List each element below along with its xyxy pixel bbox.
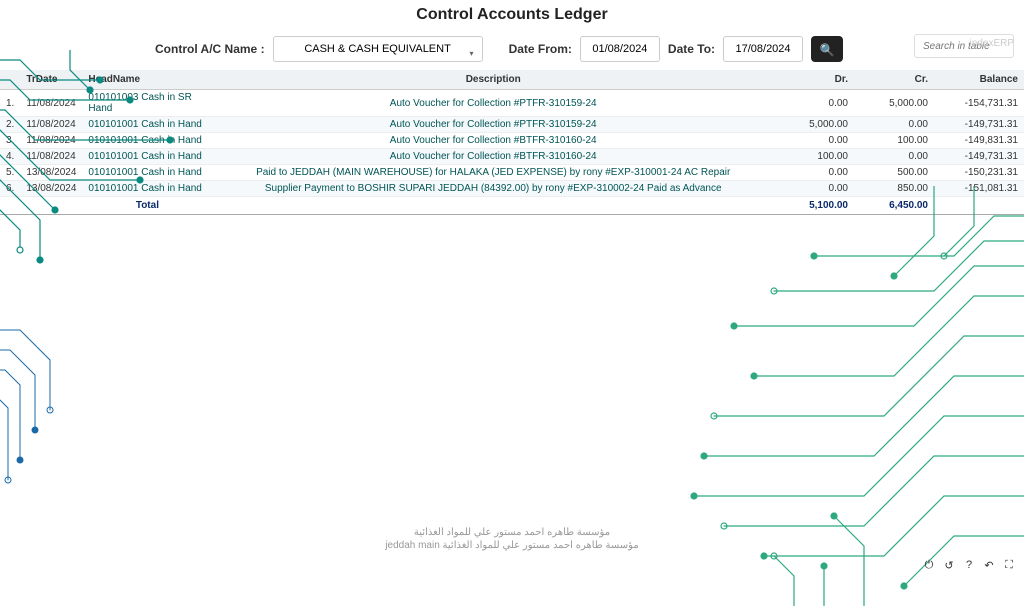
date-to-input[interactable] — [723, 36, 803, 62]
date-from-input[interactable] — [580, 36, 660, 62]
row-index: 5. — [0, 165, 20, 181]
col-dr[interactable]: Dr. — [774, 70, 854, 90]
row-description: Auto Voucher for Collection #PTFR-310159… — [212, 90, 774, 117]
row-cr: 0.00 — [854, 117, 934, 133]
table-row: 4.11/08/2024 010101001 Cash in Hand Auto V… — [0, 149, 1024, 165]
row-dr: 0.00 — [774, 90, 854, 117]
row-cr: 100.00 — [854, 133, 934, 149]
fullscreen-icon[interactable]: ⛶ — [1002, 558, 1016, 572]
row-headname: 010101001 Cash in Hand — [82, 149, 212, 165]
head-link[interactable]: 010101003 Cash in SR Hand — [88, 92, 191, 114]
desc-link[interactable]: Paid to JEDDAH (MAIN WAREHOUSE) for HALA… — [256, 167, 730, 178]
row-balance: -149,831.31 — [934, 133, 1024, 149]
refresh-icon[interactable]: ↺ — [942, 558, 956, 572]
row-date: 13/08/2024 — [20, 165, 82, 181]
row-balance: -151,081.31 — [934, 181, 1024, 197]
row-date: 11/08/2024 — [20, 117, 82, 133]
desc-link[interactable]: Auto Voucher for Collection #BTFR-310160… — [390, 151, 597, 162]
row-description: Auto Voucher for Collection #BTFR-310160… — [212, 133, 774, 149]
desc-link[interactable]: Auto Voucher for Collection #BTFR-310160… — [390, 135, 597, 146]
row-headname: 010101003 Cash in SR Hand — [82, 90, 212, 117]
col-description[interactable]: Description — [212, 70, 774, 90]
col-trdate[interactable]: TrDate — [20, 70, 82, 90]
head-link[interactable]: 010101001 Cash in Hand — [88, 135, 201, 146]
date-to-label: Date To: — [668, 42, 715, 56]
row-dr: 0.00 — [774, 165, 854, 181]
row-headname: 010101001 Cash in Hand — [82, 181, 212, 197]
row-date: 11/08/2024 — [20, 149, 82, 165]
row-cr: 5,000.00 — [854, 90, 934, 117]
row-headname: 010101001 Cash in Hand — [82, 133, 212, 149]
row-index: 3. — [0, 133, 20, 149]
head-link[interactable]: 010101001 Cash in Hand — [88, 119, 201, 130]
table-row: 5.13/08/2024 010101001 Cash in Hand Paid t… — [0, 165, 1024, 181]
watermark: indexERP — [970, 38, 1014, 49]
back-icon[interactable]: ↶ — [982, 558, 996, 572]
footer-text: مؤسسة طاهره احمد مستور علي للمواد الغذائ… — [385, 526, 638, 552]
desc-link[interactable]: Auto Voucher for Collection #PTFR-310159… — [390, 98, 597, 109]
filter-bar: Control A/C Name : CASH & CASH EQUIVALEN… — [0, 34, 1024, 70]
row-balance: -154,731.31 — [934, 90, 1024, 117]
row-balance: -149,731.31 — [934, 149, 1024, 165]
ledger-table: TrDate HeadName Description Dr. Cr. Bala… — [0, 70, 1024, 215]
table-row: 3.11/08/2024 010101001 Cash in Hand Auto V… — [0, 133, 1024, 149]
row-balance: -149,731.31 — [934, 117, 1024, 133]
row-date: 11/08/2024 — [20, 133, 82, 149]
head-link[interactable]: 010101001 Cash in Hand — [88, 183, 201, 194]
row-cr: 500.00 — [854, 165, 934, 181]
control-ac-select[interactable]: CASH & CASH EQUIVALENT — [273, 36, 483, 62]
row-description: Auto Voucher for Collection #PTFR-310159… — [212, 117, 774, 133]
row-description: Auto Voucher for Collection #BTFR-310160… — [212, 149, 774, 165]
row-index: 4. — [0, 149, 20, 165]
col-headname[interactable]: HeadName — [82, 70, 212, 90]
search-button[interactable]: 🔍 — [811, 36, 843, 62]
desc-link[interactable]: Auto Voucher for Collection #PTFR-310159… — [390, 119, 597, 130]
row-dr: 5,000.00 — [774, 117, 854, 133]
head-link[interactable]: 010101001 Cash in Hand — [88, 151, 201, 162]
row-headname: 010101001 Cash in Hand — [82, 165, 212, 181]
row-headname: 010101001 Cash in Hand — [82, 117, 212, 133]
row-date: 11/08/2024 — [20, 90, 82, 117]
control-ac-label: Control A/C Name : — [155, 42, 265, 56]
date-from-label: Date From: — [509, 42, 572, 56]
row-cr: 850.00 — [854, 181, 934, 197]
page-title: Control Accounts Ledger — [0, 0, 1024, 34]
row-dr: 0.00 — [774, 181, 854, 197]
total-cr: 6,450.00 — [854, 197, 934, 215]
total-label: Total — [82, 197, 212, 215]
row-description: Supplier Payment to BOSHIR SUPARI JEDDAH… — [212, 181, 774, 197]
power-icon[interactable]: ⏻ — [922, 558, 936, 572]
row-description: Paid to JEDDAH (MAIN WAREHOUSE) for HALA… — [212, 165, 774, 181]
search-icon: 🔍 — [820, 43, 835, 57]
col-balance[interactable]: Balance — [934, 70, 1024, 90]
row-balance: -150,231.31 — [934, 165, 1024, 181]
table-row: 1.11/08/2024 010101003 Cash in SR Hand Aut… — [0, 90, 1024, 117]
row-dr: 0.00 — [774, 133, 854, 149]
table-row: 6.13/08/2024 010101001 Cash in Hand Suppli… — [0, 181, 1024, 197]
row-index: 1. — [0, 90, 20, 117]
head-link[interactable]: 010101001 Cash in Hand — [88, 167, 201, 178]
footer-icons: ⏻ ↺ ? ↶ ⛶ — [922, 558, 1016, 572]
desc-link[interactable]: Supplier Payment to BOSHIR SUPARI JEDDAH… — [265, 183, 722, 194]
row-cr: 0.00 — [854, 149, 934, 165]
row-index: 2. — [0, 117, 20, 133]
total-dr: 5,100.00 — [774, 197, 854, 215]
table-row: 2.11/08/2024 010101001 Cash in Hand Auto V… — [0, 117, 1024, 133]
row-date: 13/08/2024 — [20, 181, 82, 197]
row-dr: 100.00 — [774, 149, 854, 165]
col-cr[interactable]: Cr. — [854, 70, 934, 90]
help-icon[interactable]: ? — [962, 558, 976, 572]
row-index: 6. — [0, 181, 20, 197]
